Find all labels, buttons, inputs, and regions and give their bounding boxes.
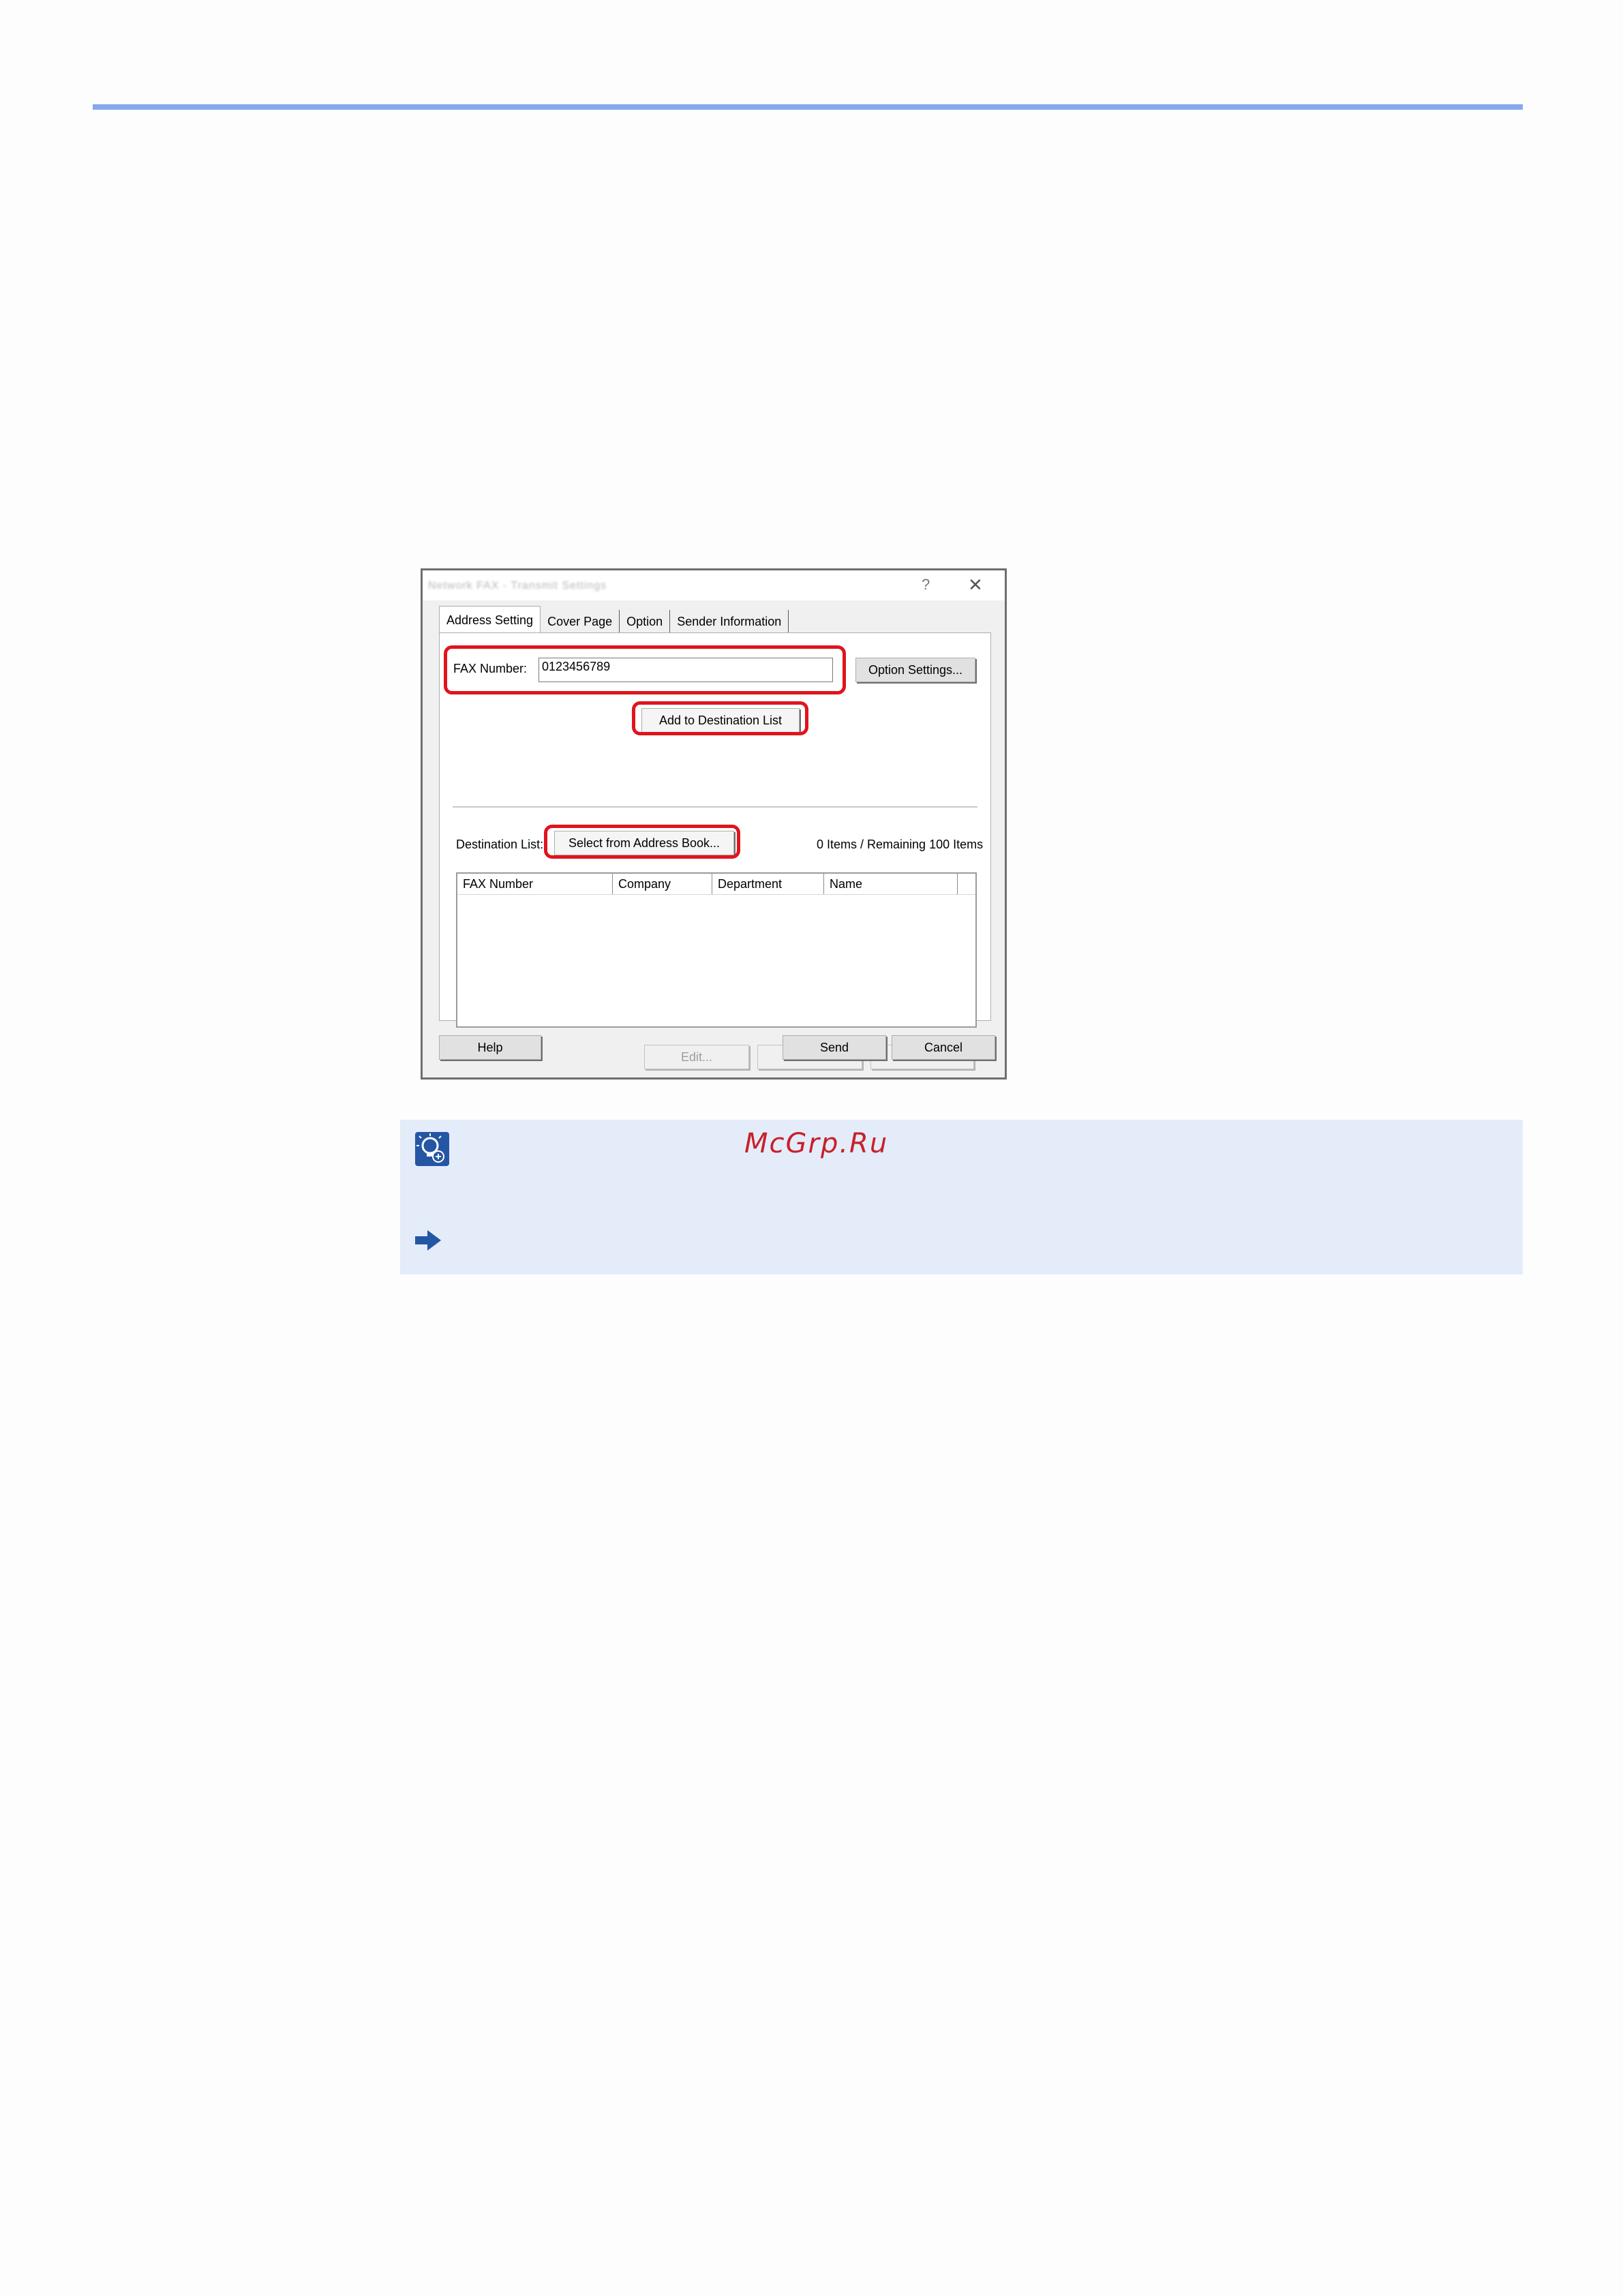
transmit-settings-dialog: Network FAX - Transmit Settings ? ✕ Addr… [421,568,1007,1080]
lightbulb-icon [415,1132,449,1166]
close-icon[interactable]: ✕ [968,575,983,596]
dialog-title: Network FAX - Transmit Settings [428,580,607,592]
cancel-button[interactable]: Cancel [892,1035,995,1060]
column-fax-number[interactable]: FAX Number [457,874,613,894]
tab-bar: Address Setting Cover Page Option Sender… [439,606,789,633]
address-setting-panel: FAX Number: 0123456789 Option Settings..… [439,632,991,1069]
add-to-destination-highlight [632,701,808,735]
destination-list-table[interactable]: FAX Number Company Department Name [456,872,977,1028]
column-department[interactable]: Department [712,874,824,894]
column-name[interactable]: Name [824,874,958,894]
destination-list-label: Destination List: [456,838,544,851]
right-arrow-icon [414,1229,444,1255]
tab-address-setting[interactable]: Address Setting [439,606,541,633]
select-address-book-highlight [544,825,740,859]
option-settings-button[interactable]: Option Settings... [855,658,975,682]
section-divider [453,806,977,808]
help-button[interactable]: Help [439,1035,541,1060]
watermark-text: McGrp.Ru [744,1128,889,1159]
tab-sender-information[interactable]: Sender Information [670,610,789,633]
items-status-text: 0 Items / Remaining 100 Items [817,838,984,851]
fax-number-highlight [444,645,846,694]
tab-option[interactable]: Option [620,610,671,633]
note-box: McGrp.Ru [400,1120,1523,1274]
header-rule [93,104,1523,110]
help-question-icon[interactable]: ? [922,576,930,594]
table-header: FAX Number Company Department Name [457,874,975,895]
edit-button[interactable]: Edit... [644,1045,749,1069]
dialog-titlebar: Network FAX - Transmit Settings ? ✕ [423,570,1005,600]
send-button[interactable]: Send [783,1035,886,1060]
tab-cover-page[interactable]: Cover Page [541,610,620,633]
column-company[interactable]: Company [613,874,712,894]
